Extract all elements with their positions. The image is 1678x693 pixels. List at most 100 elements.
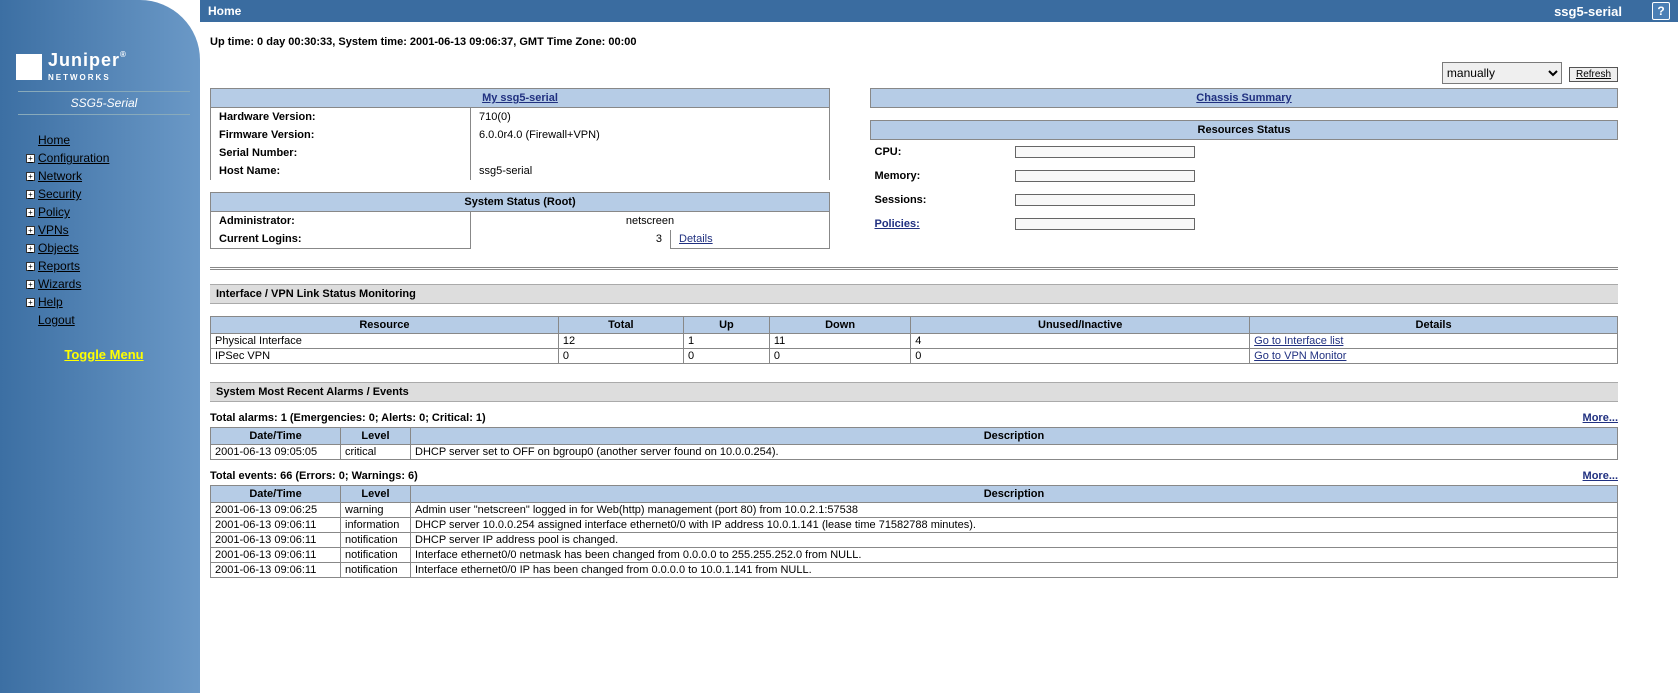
cell-level: notification xyxy=(341,563,411,578)
device-value xyxy=(471,144,830,162)
table-row: 2001-06-13 09:06:25warningAdmin user "ne… xyxy=(211,503,1618,518)
cell-desc: DHCP server set to OFF on bgroup0 (anoth… xyxy=(411,445,1618,460)
cell-level: notification xyxy=(341,548,411,563)
col-header: Date/Time xyxy=(211,486,341,503)
nav-item-security[interactable]: +Security xyxy=(8,185,200,203)
details-link[interactable]: Go to Interface list xyxy=(1254,335,1343,347)
cell-datetime: 2001-06-13 09:06:11 xyxy=(211,533,341,548)
logins-count: 3 xyxy=(471,230,671,249)
chassis-box: Chassis Summary xyxy=(870,88,1618,108)
nav-item-network[interactable]: +Network xyxy=(8,167,200,185)
cell-level: warning xyxy=(341,503,411,518)
col-header: Details xyxy=(1250,317,1618,334)
cell: 4 xyxy=(911,334,1250,349)
cell: IPSec VPN xyxy=(211,349,559,364)
expand-icon[interactable]: + xyxy=(26,280,35,289)
alarms-summary: Total alarms: 1 (Emergencies: 0; Alerts:… xyxy=(210,412,486,424)
uptime-line: Up time: 0 day 00:30:33, System time: 20… xyxy=(210,36,1618,48)
nav-item-objects[interactable]: +Objects xyxy=(8,239,200,257)
main-area: Home ssg5-serial ? Up time: 0 day 00:30:… xyxy=(200,0,1678,693)
device-header-link[interactable]: My ssg5-serial xyxy=(482,92,558,104)
cell-datetime: 2001-06-13 09:06:11 xyxy=(211,518,341,533)
cell: 12 xyxy=(558,334,683,349)
cell-datetime: 2001-06-13 09:06:11 xyxy=(211,548,341,563)
events-more-link[interactable]: More... xyxy=(1583,470,1618,482)
nav-menu: Home+Configuration+Network+Security+Poli… xyxy=(8,131,200,329)
col-header: Resource xyxy=(211,317,559,334)
table-row: 2001-06-13 09:05:05criticalDHCP server s… xyxy=(211,445,1618,460)
topbar: Home ssg5-serial ? xyxy=(200,0,1678,22)
nav-label: Home xyxy=(38,133,70,147)
table-row: 2001-06-13 09:06:11notificationInterface… xyxy=(211,563,1618,578)
col-header: Up xyxy=(683,317,769,334)
col-header: Description xyxy=(411,486,1618,503)
admin-value: netscreen xyxy=(471,212,830,231)
refresh-select[interactable]: manually xyxy=(1442,62,1562,84)
system-status-box: System Status (Root) Administrator: nets… xyxy=(210,192,830,249)
cell: 1 xyxy=(683,334,769,349)
cell: 0 xyxy=(683,349,769,364)
expand-icon[interactable]: + xyxy=(26,298,35,307)
cell-datetime: 2001-06-13 09:05:05 xyxy=(211,445,341,460)
alarms-more-link[interactable]: More... xyxy=(1583,412,1618,424)
help-icon[interactable]: ? xyxy=(1652,2,1670,20)
nav-label: Help xyxy=(38,295,63,309)
nav-label: Policy xyxy=(38,205,70,219)
expand-icon[interactable]: + xyxy=(26,208,35,217)
resource-label: Sessions: xyxy=(875,194,927,206)
product-name: SSG5-Serial xyxy=(18,91,190,115)
nav-item-home[interactable]: Home xyxy=(8,131,200,149)
cell-desc: Interface ethernet0/0 netmask has been c… xyxy=(411,548,1618,563)
col-header: Description xyxy=(411,428,1618,445)
expand-icon[interactable]: + xyxy=(26,226,35,235)
table-row: 2001-06-13 09:06:11notificationInterface… xyxy=(211,548,1618,563)
cell: Physical Interface xyxy=(211,334,559,349)
expand-icon[interactable]: + xyxy=(26,244,35,253)
cell: 11 xyxy=(769,334,910,349)
nav-item-help[interactable]: +Help xyxy=(8,293,200,311)
nav-item-wizards[interactable]: +Wizards xyxy=(8,275,200,293)
cell-desc: Interface ethernet0/0 IP has been change… xyxy=(411,563,1618,578)
cell-desc: DHCP server 10.0.0.254 assigned interfac… xyxy=(411,518,1618,533)
chassis-link[interactable]: Chassis Summary xyxy=(1196,92,1291,104)
expand-icon[interactable]: + xyxy=(26,262,35,271)
refresh-controls: manually Refresh xyxy=(210,62,1618,84)
resource-bar xyxy=(1015,170,1195,182)
nav-label: VPNs xyxy=(38,223,69,237)
alarms-events-title: System Most Recent Alarms / Events xyxy=(210,382,1618,402)
col-header: Level xyxy=(341,428,411,445)
juniper-logo-icon xyxy=(16,54,42,80)
cell: 0 xyxy=(769,349,910,364)
details-link[interactable]: Go to VPN Monitor xyxy=(1254,350,1346,362)
logins-details-link[interactable]: Details xyxy=(679,233,713,245)
cell: 0 xyxy=(911,349,1250,364)
expand-icon[interactable]: + xyxy=(26,154,35,163)
nav-item-policy[interactable]: +Policy xyxy=(8,203,200,221)
device-label: Firmware Version: xyxy=(211,126,471,144)
expand-icon[interactable]: + xyxy=(26,190,35,199)
nav-item-configuration[interactable]: +Configuration xyxy=(8,149,200,167)
nav-item-vpns[interactable]: +VPNs xyxy=(8,221,200,239)
resource-label: CPU: xyxy=(875,146,902,158)
resource-label[interactable]: Policies: xyxy=(875,218,920,230)
refresh-button[interactable]: Refresh xyxy=(1569,67,1618,82)
col-header: Unused/Inactive xyxy=(911,317,1250,334)
juniper-logo: Juniper®NETWORKS xyxy=(16,50,192,83)
nav-item-logout[interactable]: Logout xyxy=(8,311,200,329)
nav-item-reports[interactable]: +Reports xyxy=(8,257,200,275)
toggle-menu-link[interactable]: Toggle Menu xyxy=(8,347,200,362)
table-row: IPSec VPN0000Go to VPN Monitor xyxy=(211,349,1618,364)
nav-label: Objects xyxy=(38,241,79,255)
alarms-table: Date/TimeLevelDescription2001-06-13 09:0… xyxy=(210,427,1618,460)
system-status-header: System Status (Root) xyxy=(211,193,830,212)
nav-label: Network xyxy=(38,169,82,183)
device-value: ssg5-serial xyxy=(471,162,830,180)
resource-bar xyxy=(1015,194,1195,206)
table-row: Physical Interface121114Go to Interface … xyxy=(211,334,1618,349)
page-title: Home xyxy=(208,4,241,18)
nav-label: Logout xyxy=(38,313,75,327)
sidebar: Juniper®NETWORKS SSG5-Serial Home +Config… xyxy=(0,0,200,693)
col-header: Date/Time xyxy=(211,428,341,445)
expand-icon[interactable]: + xyxy=(26,172,35,181)
admin-label: Administrator: xyxy=(211,212,471,231)
